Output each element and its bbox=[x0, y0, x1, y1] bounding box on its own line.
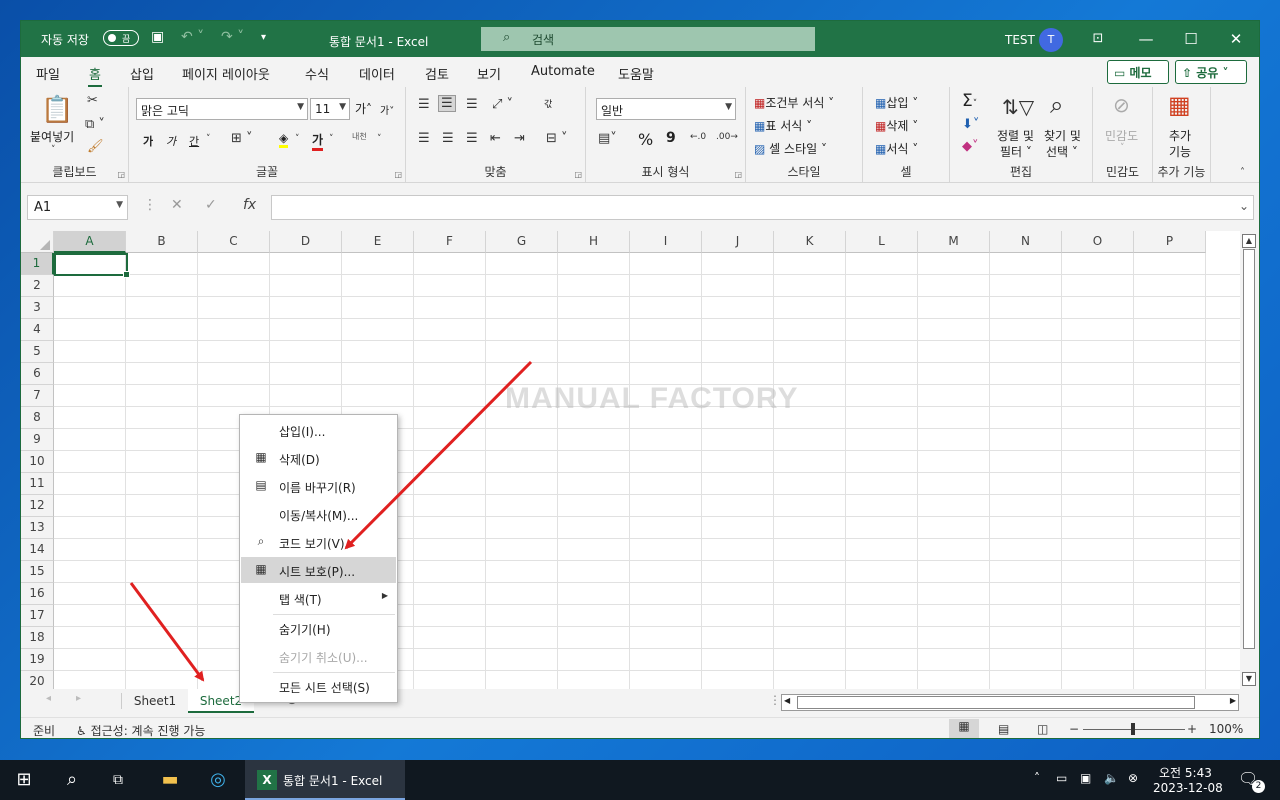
excel-icon: X bbox=[257, 770, 277, 790]
taskbar-excel-app[interactable]: X 통합 문서1 - Excel bbox=[245, 760, 405, 800]
annotation-arrows bbox=[129, 360, 533, 682]
notification-badge: 2 bbox=[1252, 780, 1265, 793]
search-icon[interactable]: ⌕ bbox=[56, 760, 88, 800]
task-view-icon[interactable]: ⧉ bbox=[102, 760, 134, 800]
clock-date[interactable]: 2023-12-08 bbox=[1153, 781, 1223, 795]
volume-icon[interactable]: 🔈 bbox=[1104, 771, 1119, 785]
start-icon[interactable]: ⊞ bbox=[8, 760, 40, 800]
arrow-to-sheet2-tab bbox=[129, 582, 205, 682]
chevron-up-icon[interactable]: ˄ bbox=[1034, 771, 1040, 785]
file-explorer-icon[interactable]: ▬ bbox=[154, 760, 186, 800]
edge-icon[interactable]: ◎ bbox=[202, 760, 234, 800]
taskbar: ⊞ ⌕ ⧉ ▬ ◎ X 통합 문서1 - Excel ˄ ▭ ▣ 🔈 ⊗ 오전 … bbox=[0, 760, 1280, 800]
arrow-to-protect-sheet bbox=[344, 360, 533, 550]
status-x-icon[interactable]: ⊗ bbox=[1128, 771, 1138, 785]
battery-icon[interactable]: ▭ bbox=[1056, 771, 1067, 785]
clock-time[interactable]: 오전 5:43 bbox=[1159, 764, 1212, 781]
network-icon[interactable]: ▣ bbox=[1080, 771, 1091, 785]
